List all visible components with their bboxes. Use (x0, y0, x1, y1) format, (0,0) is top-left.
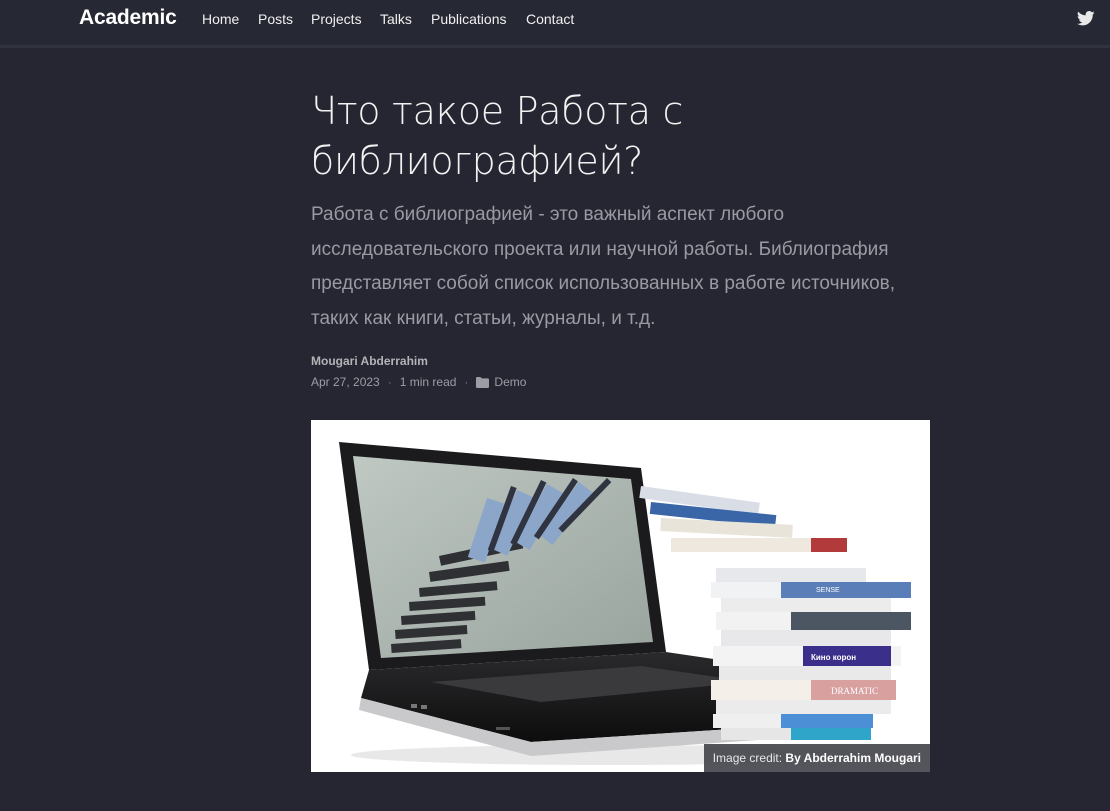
meta-separator: · (464, 375, 469, 389)
image-credit-name: By Abderrahim Mougari (785, 751, 921, 765)
article-metadata: Apr 27, 2023 · 1 min read · Demo (311, 375, 526, 389)
navbar: Academic Home Posts Projects Talks Publi… (0, 0, 1110, 48)
nav-item-contact[interactable]: Contact (526, 11, 574, 27)
author-link[interactable]: Mougari Abderrahim (311, 354, 428, 368)
image-credit-prefix: Image credit: (712, 751, 786, 765)
brand-logo-link[interactable]: Academic (79, 6, 177, 30)
nav-item-publications[interactable]: Publications (431, 11, 507, 27)
meta-separator: · (387, 375, 392, 389)
nav-item-projects[interactable]: Projects (311, 11, 362, 27)
laptop-books-illustration: Кино корон DRAMATIC SENSE (339, 442, 911, 765)
book-spine-text: DRAMATIC (831, 686, 878, 696)
book-spine-text: Кино корон (811, 653, 856, 662)
nav-item-home[interactable]: Home (202, 11, 239, 27)
twitter-icon[interactable] (1076, 11, 1095, 26)
image-credit: Image credit: By Abderrahim Mougari (703, 744, 930, 772)
book-spine-text: SENSE (816, 587, 840, 594)
folder-icon (476, 376, 490, 388)
featured-image: Кино корон DRAMATIC SENSE Image credit: … (311, 420, 930, 772)
article-summary: Работа с библиографией - это важный аспе… (311, 204, 896, 329)
publish-date: Apr 27, 2023 (311, 375, 380, 389)
reading-time: 1 min read (399, 375, 457, 389)
category-link[interactable]: Demo (494, 375, 526, 389)
nav-item-posts[interactable]: Posts (258, 11, 293, 27)
nav-item-talks[interactable]: Talks (380, 11, 412, 27)
page-title: Что такое Работа с библиографией? (311, 89, 684, 183)
